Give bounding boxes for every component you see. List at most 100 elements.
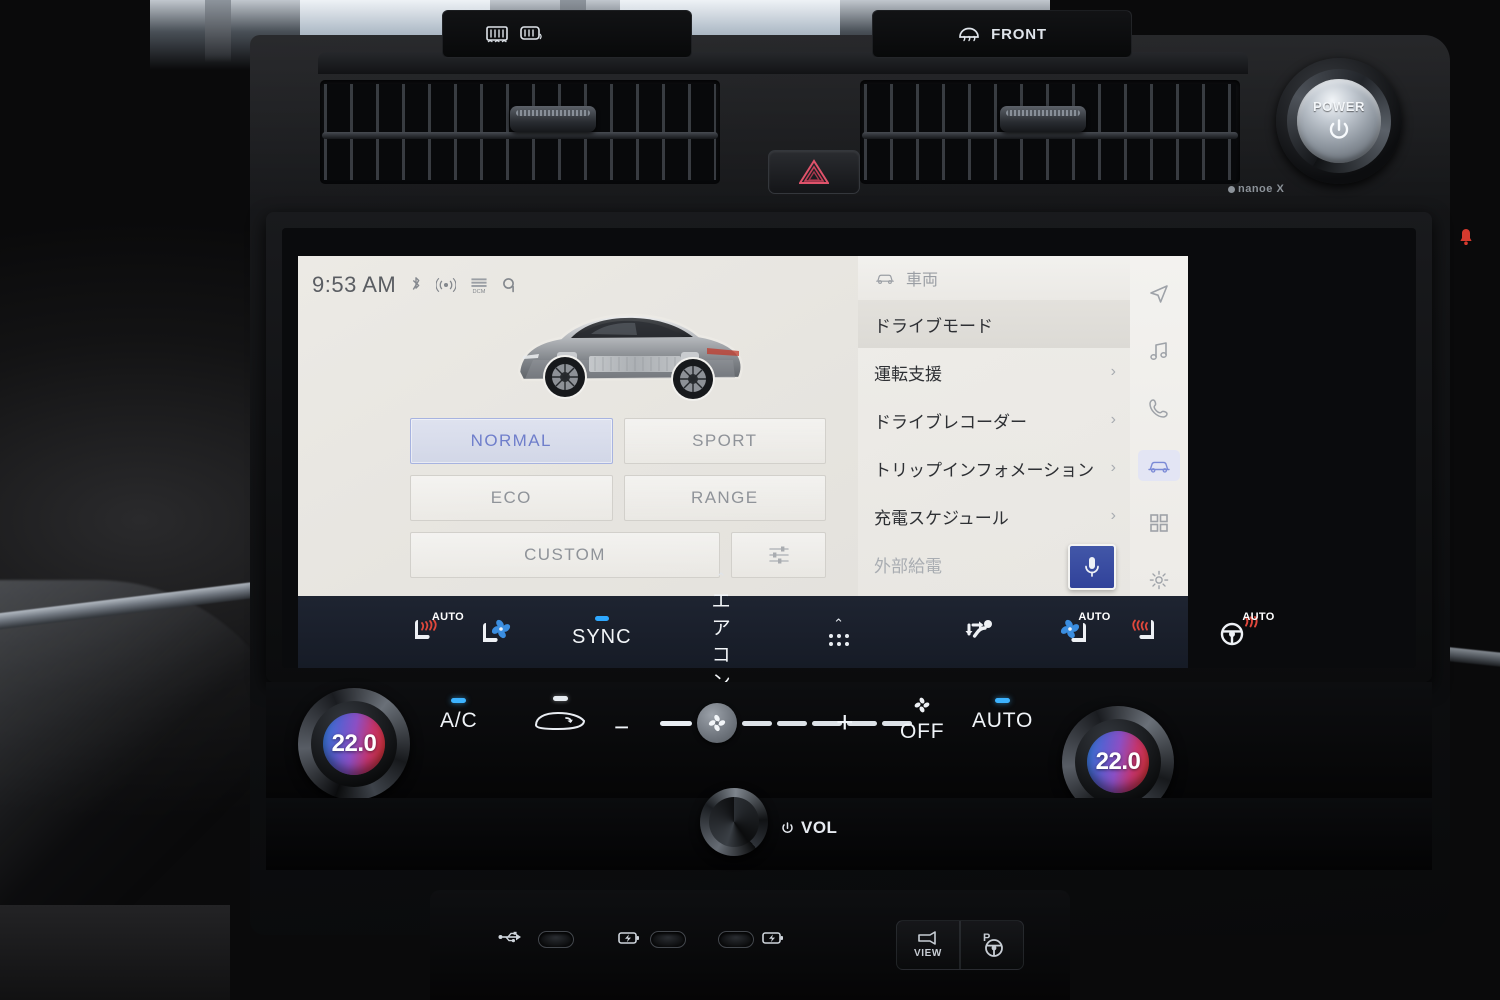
- driver-seat-ventilation-button[interactable]: [478, 615, 514, 649]
- drive-mode-row-1: NORMAL SPORT: [410, 418, 826, 464]
- recirculation-button[interactable]: [532, 696, 588, 733]
- volume-label: VOL: [801, 818, 838, 837]
- usb-data-port[interactable]: [538, 931, 574, 948]
- drive-mode-eco[interactable]: ECO: [410, 475, 613, 521]
- seat-ventilated-icon: [483, 619, 511, 642]
- passenger-temp-display: 22.0: [1087, 731, 1149, 793]
- sliders-icon: [768, 546, 789, 564]
- drive-mode-normal[interactable]: NORMAL: [410, 418, 613, 464]
- chevron-up-icon: ⌃: [833, 615, 845, 631]
- fan-segment-4[interactable]: [777, 720, 807, 726]
- rear-defrost-icon: [486, 26, 508, 43]
- dashboard-screenshot: POWER nanoe X 9:53 AM DCM NORMAL SPORT E…: [0, 0, 1500, 1000]
- sync-label: SYNC: [572, 625, 632, 648]
- rail-navigation-icon[interactable]: [1138, 278, 1180, 309]
- seat-heated-icon: [1132, 619, 1154, 639]
- bluetooth-icon: [410, 276, 422, 294]
- volume-knob[interactable]: [700, 788, 768, 856]
- air-vent-right[interactable]: [860, 80, 1240, 184]
- clock: 9:53 AM: [312, 272, 397, 297]
- nanoe-x-badge: nanoe X: [1228, 183, 1284, 195]
- menu-item-drive-recorder[interactable]: ドライブレコーダー ›: [858, 396, 1130, 444]
- power-button-face: POWER: [1297, 79, 1381, 163]
- sync-button[interactable]: SYNC: [572, 615, 632, 649]
- fan-decrease-label: −: [614, 712, 630, 742]
- menu-item-label: ドライブモード: [874, 316, 993, 336]
- air-vent-left[interactable]: [320, 80, 720, 184]
- power-button[interactable]: POWER: [1276, 58, 1402, 184]
- menu-item-label: 運転支援: [874, 364, 942, 384]
- fan-speed-slider[interactable]: [660, 703, 912, 743]
- fan-increase-button[interactable]: +: [836, 706, 854, 740]
- climate-menu-button[interactable]: ⌃ エアコン: [712, 571, 731, 694]
- hazard-light-button[interactable]: [768, 150, 860, 194]
- drive-mode-row-2: ECO RANGE: [410, 475, 826, 521]
- drive-mode-grid: NORMAL SPORT ECO RANGE CUSTOM: [410, 418, 826, 589]
- seat-heater-auto-label: AUTO: [431, 611, 464, 623]
- usb-c-charge-port-2[interactable]: [718, 931, 754, 948]
- hazard-triangle-icon: [799, 159, 829, 184]
- airflow-mode-button[interactable]: [961, 615, 1001, 649]
- menu-item-label: ドライブレコーダー: [874, 412, 1027, 432]
- car-icon: [876, 274, 894, 284]
- climate-auto-label: AUTO: [972, 709, 1034, 732]
- drive-mode-sport[interactable]: SPORT: [623, 418, 826, 464]
- defrost-panel-left[interactable]: [442, 10, 692, 58]
- ac-led-indicator: [451, 698, 467, 703]
- camera-icon: [918, 931, 936, 945]
- mirror-defrost-icon: [520, 26, 542, 40]
- ac-button[interactable]: A/C: [440, 698, 477, 733]
- warning-bell-icon: [1460, 229, 1472, 245]
- rail-settings-icon[interactable]: [1138, 565, 1180, 596]
- front-defrost-button[interactable]: FRONT: [872, 10, 1132, 58]
- drive-mode-row-3: CUSTOM: [410, 532, 826, 578]
- wifi-signal-icon: [436, 277, 457, 293]
- fan-segment-1[interactable]: [660, 720, 692, 726]
- fan-icon: [914, 697, 930, 713]
- rail-apps-icon[interactable]: [1138, 507, 1180, 538]
- menu-item-trip-information[interactable]: トリップインフォメーション ›: [858, 444, 1130, 492]
- hvac-more-button[interactable]: ⌃: [827, 617, 851, 648]
- drive-mode-custom[interactable]: CUSTOM: [410, 532, 720, 578]
- chevron-right-icon: ›: [1110, 411, 1116, 428]
- vent-direction-knob-left[interactable]: [510, 106, 596, 132]
- steering-wheel-heater-button[interactable]: AUTO: [1217, 611, 1274, 649]
- driver-temp-knob[interactable]: 22.0: [298, 688, 410, 800]
- microphone-icon: [1085, 557, 1099, 577]
- climate-off-button[interactable]: OFF: [900, 696, 944, 744]
- menu-item-driving-assist[interactable]: 運転支援 ›: [858, 348, 1130, 396]
- fan-segment-3[interactable]: [742, 720, 772, 726]
- voice-assistant-button[interactable]: [1068, 544, 1116, 590]
- ev-vehicle-cutaway-image: [503, 294, 753, 414]
- chevron-up-icon: ⌃: [715, 569, 727, 585]
- rail-music-icon[interactable]: [1138, 335, 1180, 366]
- drive-mode-range[interactable]: RANGE: [623, 475, 826, 521]
- menu-item-charging-schedule[interactable]: 充電スケジュール ›: [858, 492, 1130, 540]
- climate-auto-button[interactable]: AUTO: [972, 698, 1033, 733]
- rail-phone-icon[interactable]: [1138, 393, 1180, 424]
- driver-seat-heater-button[interactable]: AUTO: [408, 611, 464, 649]
- sync-led-indicator: [594, 615, 609, 621]
- camera-view-button[interactable]: VIEW: [896, 920, 960, 970]
- menu-item-drive-mode[interactable]: ドライブモード: [858, 300, 1130, 348]
- rail-vehicle-icon[interactable]: [1138, 449, 1180, 482]
- menu-header: 車両: [858, 256, 1130, 300]
- fan-decrease-button[interactable]: −: [614, 712, 630, 743]
- usb-c-charge-port-1[interactable]: [650, 931, 686, 948]
- vent-direction-knob-right[interactable]: [1000, 106, 1086, 132]
- battery-charge-icon: [762, 931, 784, 950]
- fan-slider-handle[interactable]: [697, 703, 737, 743]
- drive-mode-adjust-button[interactable]: [731, 532, 826, 578]
- qi-charging-icon: [502, 276, 517, 294]
- fan-icon: [708, 714, 726, 732]
- climate-menu-label: エアコン: [711, 590, 731, 693]
- app-rail: [1130, 256, 1188, 596]
- passenger-seat-ventilation-button[interactable]: AUTO: [1059, 611, 1110, 649]
- menu-item-label: 外部給電: [874, 556, 942, 576]
- air-recirculation-icon: [535, 711, 585, 731]
- steering-heater-auto-label: AUTO: [1242, 611, 1275, 623]
- battery-charge-icon: [618, 931, 640, 950]
- park-assist-button[interactable]: P: [960, 920, 1024, 970]
- passenger-seat-heater-button[interactable]: [1121, 615, 1161, 649]
- front-defrost-label: FRONT: [991, 25, 1047, 43]
